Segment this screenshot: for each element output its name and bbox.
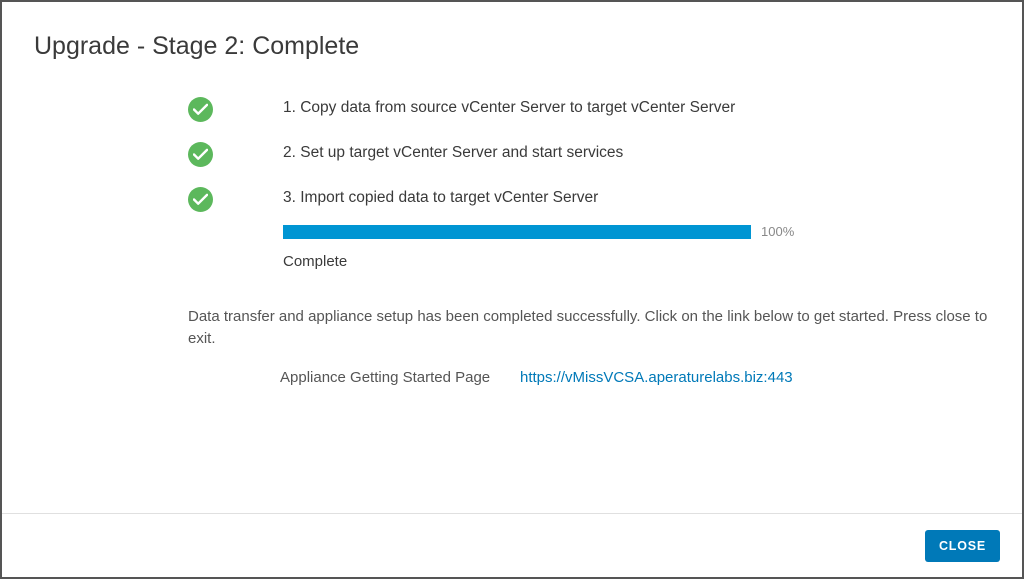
step-2: 2. Set up target vCenter Server and star…	[188, 142, 848, 167]
progress-status: Complete	[283, 251, 848, 272]
summary-text: Data transfer and appliance setup has be…	[188, 306, 990, 350]
close-button[interactable]: CLOSE	[925, 530, 1000, 562]
check-circle-icon	[188, 142, 213, 167]
steps-list: 1. Copy data from source vCenter Server …	[188, 97, 848, 272]
progress-percent: 100%	[761, 223, 794, 241]
step-1-label: 1. Copy data from source vCenter Server …	[283, 97, 848, 119]
dialog-footer: CLOSE	[2, 513, 1022, 577]
progress-container: 100%	[283, 223, 848, 241]
getting-started-label: Appliance Getting Started Page	[280, 369, 520, 387]
progress-bar	[283, 225, 751, 239]
step-3-content: 3. Import copied data to target vCenter …	[283, 187, 848, 272]
summary-block: Data transfer and appliance setup has be…	[188, 306, 990, 388]
upgrade-stage2-dialog: Upgrade - Stage 2: Complete 1. Copy data…	[0, 0, 1024, 579]
dialog-title: Upgrade - Stage 2: Complete	[34, 32, 990, 61]
step-3: 3. Import copied data to target vCenter …	[188, 187, 848, 272]
getting-started-url: https://vMissVCSA.aperaturelabs.biz:443	[520, 369, 793, 387]
step-2-label: 2. Set up target vCenter Server and star…	[283, 142, 848, 164]
step-1: 1. Copy data from source vCenter Server …	[188, 97, 848, 122]
getting-started-link[interactable]: https://vMissVCSA.aperaturelabs.biz:443	[520, 369, 793, 386]
check-circle-icon	[188, 187, 213, 212]
step-3-label: 3. Import copied data to target vCenter …	[283, 187, 848, 209]
link-row: Appliance Getting Started Page https://v…	[280, 369, 990, 387]
check-circle-icon	[188, 97, 213, 122]
